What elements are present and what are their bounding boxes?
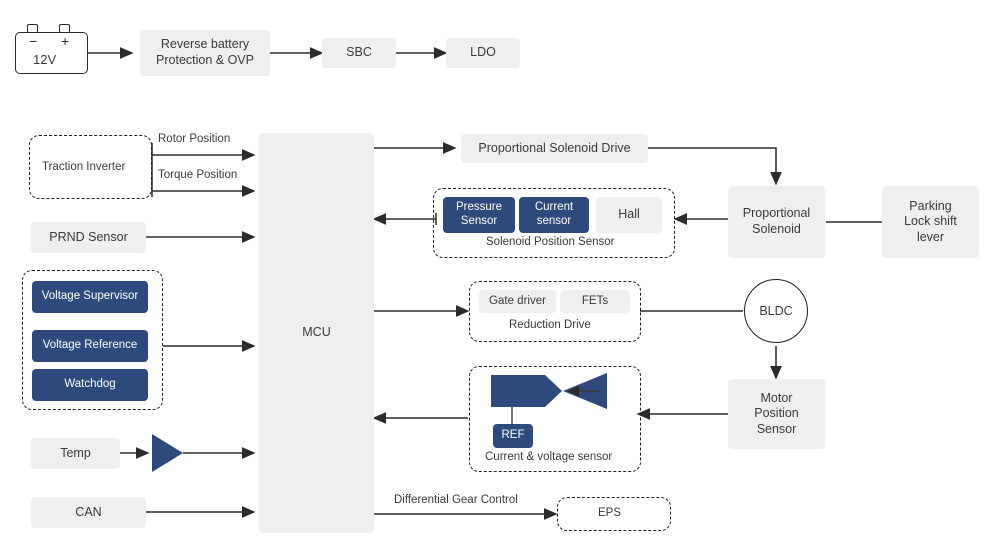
block-ref[interactable]: REF <box>493 424 533 448</box>
block-proportional-solenoid[interactable]: Proportional Solenoid <box>728 186 825 258</box>
current-sensor-line1: Current <box>534 201 574 214</box>
block-voltage-supervisor[interactable]: Voltage Supervisor <box>32 281 148 313</box>
current-sensor-line2: sensor <box>536 215 572 227</box>
battery-terminal-negative <box>27 24 38 33</box>
label-traction-inverter: Traction Inverter <box>42 161 126 173</box>
reverse-protection-line1: Reverse battery <box>160 37 250 52</box>
label-differential-gear-control: Differential Gear Control <box>394 494 518 506</box>
wire-solenoid-drive-to-solenoid <box>648 147 782 186</box>
caption-solenoid-position-sensor: Solenoid Position Sensor <box>486 236 615 248</box>
block-fets[interactable]: FETs <box>560 290 630 313</box>
motor-position-line3: Sensor <box>756 421 797 436</box>
battery-plus-label: + <box>61 33 70 49</box>
pressure-sensor-line1: Pressure <box>455 201 503 214</box>
block-motor-position-sensor[interactable]: Motor Position Sensor <box>728 379 825 449</box>
label-rotor-position: Rotor Position <box>158 133 231 145</box>
caption-current-voltage-sensor: Current & voltage sensor <box>485 451 613 463</box>
diagram-canvas: − + 12V Reverse battery Protection & OVP… <box>0 0 996 555</box>
block-hall[interactable]: Hall <box>596 197 662 233</box>
block-mcu[interactable]: MCU <box>259 133 374 533</box>
parking-lock-line1: Parking <box>909 198 952 213</box>
block-gate-driver[interactable]: Gate driver <box>479 290 556 313</box>
block-sbc[interactable]: SBC <box>322 38 396 68</box>
block-ldo[interactable]: LDO <box>446 38 520 68</box>
block-bldc-motor[interactable]: BLDC <box>744 279 808 343</box>
battery-voltage-label: 12V <box>33 52 57 67</box>
proportional-solenoid-line1: Proportional <box>742 206 811 221</box>
label-torque-position: Torque Position <box>158 169 238 181</box>
block-temp[interactable]: Temp <box>31 438 120 469</box>
battery-minus-label: − <box>29 33 38 49</box>
block-prnd-sensor[interactable]: PRND Sensor <box>31 222 146 253</box>
block-reverse-battery-protection[interactable]: Reverse battery Protection & OVP <box>140 30 270 76</box>
parking-lock-line3: lever <box>916 229 945 244</box>
block-current-sensor[interactable]: Current sensor <box>519 197 589 233</box>
temp-amplifier-icon <box>152 434 183 472</box>
pressure-sensor-line2: Sensor <box>460 215 498 227</box>
block-pressure-sensor[interactable]: Pressure Sensor <box>443 197 515 233</box>
block-proportional-solenoid-drive[interactable]: Proportional Solenoid Drive <box>461 134 648 163</box>
parking-lock-line2: Lock shift <box>904 214 957 229</box>
motor-position-line2: Position <box>754 406 799 421</box>
proportional-solenoid-line2: Solenoid <box>752 222 801 236</box>
motor-position-line1: Motor <box>760 390 793 405</box>
block-parking-lock-shift-lever[interactable]: Parking Lock shift lever <box>882 186 979 258</box>
battery-terminal-positive <box>59 24 70 33</box>
block-watchdog[interactable]: Watchdog <box>32 369 148 401</box>
reverse-protection-line2: Protection & OVP <box>156 53 254 67</box>
block-can[interactable]: CAN <box>31 497 146 528</box>
block-voltage-reference[interactable]: Voltage Reference <box>32 330 148 362</box>
block-eps[interactable]: EPS <box>598 507 621 519</box>
caption-reduction-drive: Reduction Drive <box>509 319 591 331</box>
